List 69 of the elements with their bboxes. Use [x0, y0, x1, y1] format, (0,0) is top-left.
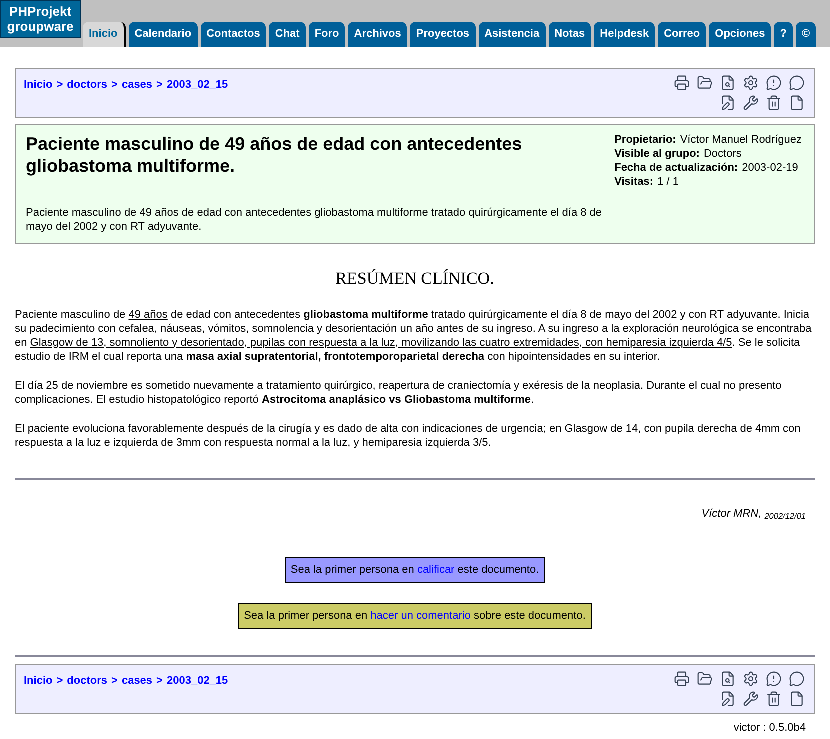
- nav-tab[interactable]: Foro: [308, 22, 346, 47]
- wrench-icon[interactable]: [742, 690, 760, 708]
- wrench-icon[interactable]: [742, 94, 760, 112]
- meta-label: Visitas:: [614, 175, 654, 189]
- printer-icon[interactable]: [673, 74, 691, 92]
- nav-tab[interactable]: Asistencia: [478, 22, 546, 47]
- body-paragraph: El paciente evoluciona favorablemente después de la cirugía y es dado de alta con indicaciones de urgencia; en Glasgow de 14, con pupila derecha de 4mm con respuesta a la luz e izquierda de 3mm con respuesta normal a la luz, y hemiparesia izquierda 3/5.: [15, 422, 802, 450]
- meta-label: Propietario:: [614, 133, 676, 147]
- nav-tab[interactable]: ?: [774, 22, 793, 47]
- nav-tab[interactable]: Inicio: [83, 22, 126, 47]
- breadcrumb-separator: >: [56, 78, 64, 93]
- document-edit-icon[interactable]: [719, 690, 737, 708]
- author-signature: Víctor MRN, $_{2002/12/01}$: [702, 506, 806, 522]
- nav-tab[interactable]: Archivos: [348, 22, 408, 47]
- breadcrumb-link[interactable]: doctors: [67, 77, 108, 94]
- notice-text: Sea la primer persona en hacer un comentario sobre este documento.: [244, 610, 586, 622]
- nav-tab[interactable]: Proyectos: [410, 22, 476, 47]
- document-edit-icon[interactable]: [719, 94, 737, 112]
- breadcrumb-separator: >: [156, 78, 163, 93]
- meta-value: Doctors: [704, 147, 742, 161]
- breadcrumb-link[interactable]: cases: [122, 77, 153, 94]
- notice-link[interactable]: calificar: [417, 564, 455, 576]
- meta-label: Visible al grupo:: [614, 147, 700, 161]
- body-paragraph: Paciente masculino de 49 años de edad con antecedentes gliobastoma multiforme tratado quirúrgicamente el día 8 de mayo del 2002 y con RT adyuvante. Inicia su padecimiento con cefalea, náuseas, vómitos, somnolencia y desorientación un año antes de su ingreso. A su ingreso a la exploración neurológica se encontraba en Glasgow de 13, somnoliento y desorientado, pupilas con respuesta a la luz, movilizando las cuatro extremidades, con hemiparesia izquierda 4/5. Se le solicita estudio de IRM el cual reporta una masa axial supratentorial, frontotemporoparietal derecha con hipointensidades en su interior.: [15, 308, 813, 364]
- notice-text: Sea la primer persona en calificar este documento.: [290, 564, 540, 576]
- meta-label: Fecha de actualización:: [614, 161, 738, 175]
- nav-tab[interactable]: Contactos: [200, 22, 266, 47]
- document-search-icon[interactable]: [719, 670, 737, 688]
- document-summary: Paciente masculino de 49 años de edad con antecedentes gliobastoma multiforme tratado quirúrgicamente el día 8 de mayo del 2002 y con RT adyuvante.: [26, 206, 604, 234]
- body-paragraph: El día 25 de noviembre es sometido nuevamente a tratamiento quirúrgico, reapertura de craniectomía y exéresis de la neoplasia. Durante el cual no presento complicaciones. El estudio histopatológico reportó Astrocitoma anaplásico vs Gliobastoma multiforme.: [15, 378, 783, 406]
- nav-tab[interactable]: Helpdesk: [594, 22, 656, 47]
- nav-tab[interactable]: Chat: [269, 22, 306, 47]
- settings-icon[interactable]: [742, 670, 760, 688]
- blank-page-icon[interactable]: [788, 690, 806, 708]
- document-title: Paciente masculino de 49 años de edad con antecedentes gliobastoma multiforme.: [26, 133, 524, 177]
- speech-bubble-icon[interactable]: [788, 74, 806, 92]
- folder-icon[interactable]: [696, 670, 714, 688]
- version-footer: victor : 0.5.0b4: [734, 720, 806, 736]
- settings-icon[interactable]: [742, 74, 760, 92]
- trash-icon[interactable]: [765, 690, 783, 708]
- breadcrumb-link[interactable]: cases: [122, 673, 153, 690]
- nav-tab[interactable]: Opciones: [709, 22, 772, 47]
- printer-icon[interactable]: [673, 670, 691, 688]
- breadcrumb-link[interactable]: 2003_02_15: [166, 673, 228, 690]
- notice-link[interactable]: hacer un comentario: [370, 610, 471, 622]
- breadcrumb-link[interactable]: doctors: [67, 673, 108, 690]
- nav-tab[interactable]: Calendario: [128, 22, 198, 47]
- meta-value: 1 / 1: [658, 175, 679, 189]
- nav-tab[interactable]: ©: [796, 22, 816, 47]
- trash-icon[interactable]: [765, 94, 783, 112]
- nav-tab[interactable]: Notas: [548, 22, 592, 47]
- app-logo[interactable]: PHProjekt groupware: [0, 0, 81, 38]
- speech-bubble-alert-icon[interactable]: [765, 670, 783, 688]
- folder-icon[interactable]: [696, 74, 714, 92]
- meta-value: 2003-02-19: [742, 161, 798, 175]
- nav-tab[interactable]: Correo: [658, 22, 706, 47]
- breadcrumb-link[interactable]: Inicio: [24, 673, 53, 690]
- speech-bubble-icon[interactable]: [788, 670, 806, 688]
- breadcrumb-link[interactable]: 2003_02_15: [166, 77, 228, 94]
- speech-bubble-alert-icon[interactable]: [765, 74, 783, 92]
- document-search-icon[interactable]: [719, 74, 737, 92]
- breadcrumb-separator: >: [156, 674, 163, 689]
- breadcrumb-separator: >: [112, 78, 118, 93]
- section-heading: RESÚMEN CLÍNICO.: [334, 268, 496, 290]
- breadcrumb-separator: >: [56, 674, 64, 689]
- breadcrumb-link[interactable]: Inicio: [24, 77, 53, 94]
- blank-page-icon[interactable]: [788, 94, 806, 112]
- breadcrumb-separator: >: [112, 674, 118, 689]
- meta-value: Víctor Manuel Rodríguez: [680, 133, 802, 147]
